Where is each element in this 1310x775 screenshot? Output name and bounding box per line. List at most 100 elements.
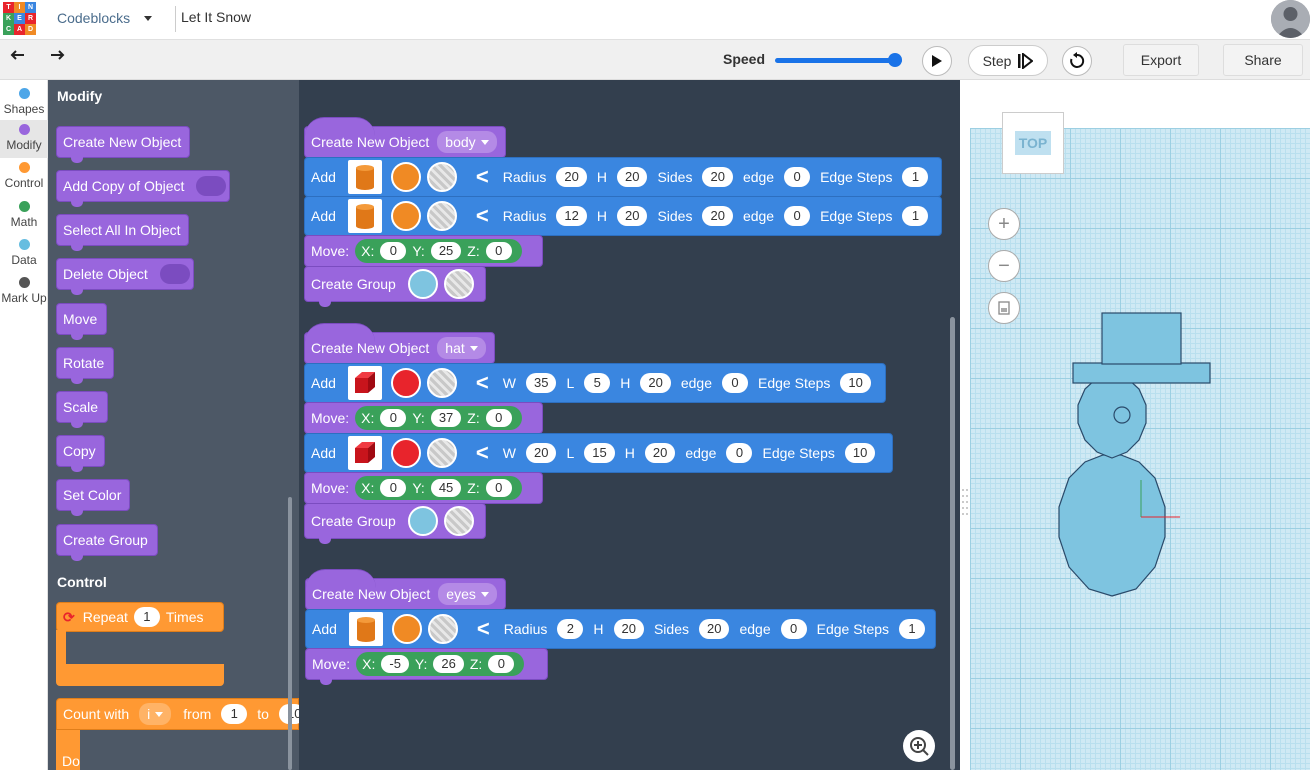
param-field[interactable]: 5 [584,373,611,393]
box-shape-icon[interactable] [347,436,382,470]
param-field[interactable]: 20 [640,373,671,393]
chevron-left-icon[interactable]: < [476,370,489,396]
param-field[interactable]: 10 [840,373,871,393]
add-box-block[interactable]: Add < W 35 L5 H 20 edge 0 Edge Steps 10 [304,363,886,408]
speed-slider[interactable] [775,58,902,63]
x-field[interactable]: -5 [381,655,409,673]
y-field[interactable]: 45 [430,479,462,497]
undo-icon[interactable] [10,48,26,69]
step-button[interactable]: Step [968,45,1048,76]
z-field[interactable]: 0 [485,479,512,497]
category-modify[interactable]: Modify [0,120,48,158]
cylinder-shape-icon[interactable] [347,160,382,194]
tinkercad-logo[interactable]: T I N K E R C A D [3,2,37,35]
object-name-dropdown[interactable]: eyes [438,583,497,605]
palette-move[interactable]: Move [56,303,107,340]
z-field[interactable]: 0 [485,409,512,427]
create-new-object-block[interactable]: Create New Object hat [304,323,495,369]
color-swatch[interactable] [390,438,421,468]
palette-create-new-object[interactable]: Create New Object [56,126,190,163]
y-field[interactable]: 37 [430,409,462,427]
redo-icon[interactable] [49,48,65,69]
object-name-dropdown[interactable]: hat [437,337,486,359]
box-shape-icon[interactable] [347,366,382,400]
move-block[interactable]: Move: X: 0 Y: 25 Z: 0 [304,235,543,272]
palette-copy[interactable]: Copy [56,435,105,472]
color-swatch[interactable] [390,368,421,398]
param-field[interactable]: 10 [844,443,876,463]
chevron-left-icon[interactable]: < [476,164,489,190]
zoom-in-view-button[interactable]: + [988,208,1020,240]
category-control[interactable]: Control [0,158,48,196]
flyout-scrollbar[interactable] [288,497,292,770]
param-field[interactable]: 20 [699,619,730,639]
play-button[interactable] [922,46,952,76]
panel-resize-handle[interactable] [960,80,970,770]
add-box-block[interactable]: Add < W 20 L 15 H 20 edge 0 Edge Steps 10 [304,433,893,478]
reset-button[interactable] [1062,46,1092,76]
y-field[interactable]: 25 [430,242,462,260]
param-field[interactable]: 20 [616,206,648,226]
chevron-left-icon[interactable]: < [476,203,489,229]
create-group-block[interactable]: Create Group [304,503,486,544]
from-field[interactable]: 1 [221,704,248,724]
param-field[interactable]: 2 [557,619,584,639]
speed-slider-handle[interactable] [888,53,902,67]
palette-set-color[interactable]: Set Color [56,479,130,516]
z-field[interactable]: 0 [488,655,515,673]
param-field[interactable]: 0 [780,619,807,639]
category-math[interactable]: Math [0,197,48,235]
palette-delete-object[interactable]: Delete Object [56,258,194,295]
add-cylinder-block[interactable]: Add < Radius 2 H 20 Sides 20 edge 0 Edge Ste… [305,609,936,654]
param-field[interactable]: 20 [702,167,733,187]
repeat-count-field[interactable]: 1 [133,607,160,627]
palette-count-with[interactable]: Count with i from 1 to 10 [56,698,305,730]
chevron-left-icon[interactable]: < [476,440,489,466]
y-field[interactable]: 26 [433,655,464,673]
hole-swatch[interactable] [426,162,457,192]
hole-swatch[interactable] [427,614,458,644]
param-field[interactable]: 15 [584,443,615,463]
palette-select-all-in-object[interactable]: Select All In Object [56,214,189,251]
x-field[interactable]: 0 [380,409,407,427]
avatar[interactable] [1271,0,1310,38]
create-group-block[interactable]: Create Group [304,266,486,307]
param-field[interactable]: 12 [556,206,587,226]
move-block[interactable]: Move: X: 0 Y: 45 Z: 0 [304,472,543,509]
param-field[interactable]: 1 [902,206,929,226]
zoom-in-button[interactable] [903,730,935,762]
param-field[interactable]: 1 [902,167,929,187]
param-field[interactable]: 0 [726,443,753,463]
cylinder-shape-icon[interactable] [347,199,382,233]
3d-viewport[interactable]: TOP + − [970,80,1310,770]
z-field[interactable]: 0 [485,242,512,260]
color-swatch[interactable] [390,201,421,231]
export-button[interactable]: Export [1123,44,1199,76]
param-field[interactable]: 20 [616,167,648,187]
param-field[interactable]: 20 [526,443,557,463]
param-field[interactable]: 20 [702,206,733,226]
param-field[interactable]: 0 [722,373,749,393]
create-new-object-block[interactable]: Create New Object eyes [305,569,506,615]
param-field[interactable]: 20 [644,443,676,463]
hole-swatch[interactable] [443,269,474,299]
hole-swatch[interactable] [426,201,457,231]
share-button[interactable]: Share [1223,44,1303,76]
param-field[interactable]: 20 [556,167,587,187]
cylinder-shape-icon[interactable] [348,612,383,646]
x-field[interactable]: 0 [380,242,407,260]
palette-scale[interactable]: Scale [56,391,108,428]
add-cylinder-block[interactable]: Add < Radius 12 H 20 Sides 20 edge 0 Edge St… [304,196,942,241]
app-name-dropdown[interactable]: Codeblocks [57,10,130,26]
color-swatch[interactable] [390,162,421,192]
hole-swatch[interactable] [426,438,457,468]
palette-create-group[interactable]: Create Group [56,524,158,561]
fit-view-button[interactable] [988,292,1020,324]
param-field[interactable]: 1 [899,619,926,639]
chevron-down-icon[interactable] [144,16,152,21]
param-field[interactable]: 35 [526,373,557,393]
move-block[interactable]: Move: X: 0 Y: 37 Z: 0 [304,402,543,439]
category-data[interactable]: Data [0,235,48,273]
palette-add-copy-of-object[interactable]: Add Copy of Object [56,170,230,207]
color-swatch[interactable] [391,614,422,644]
